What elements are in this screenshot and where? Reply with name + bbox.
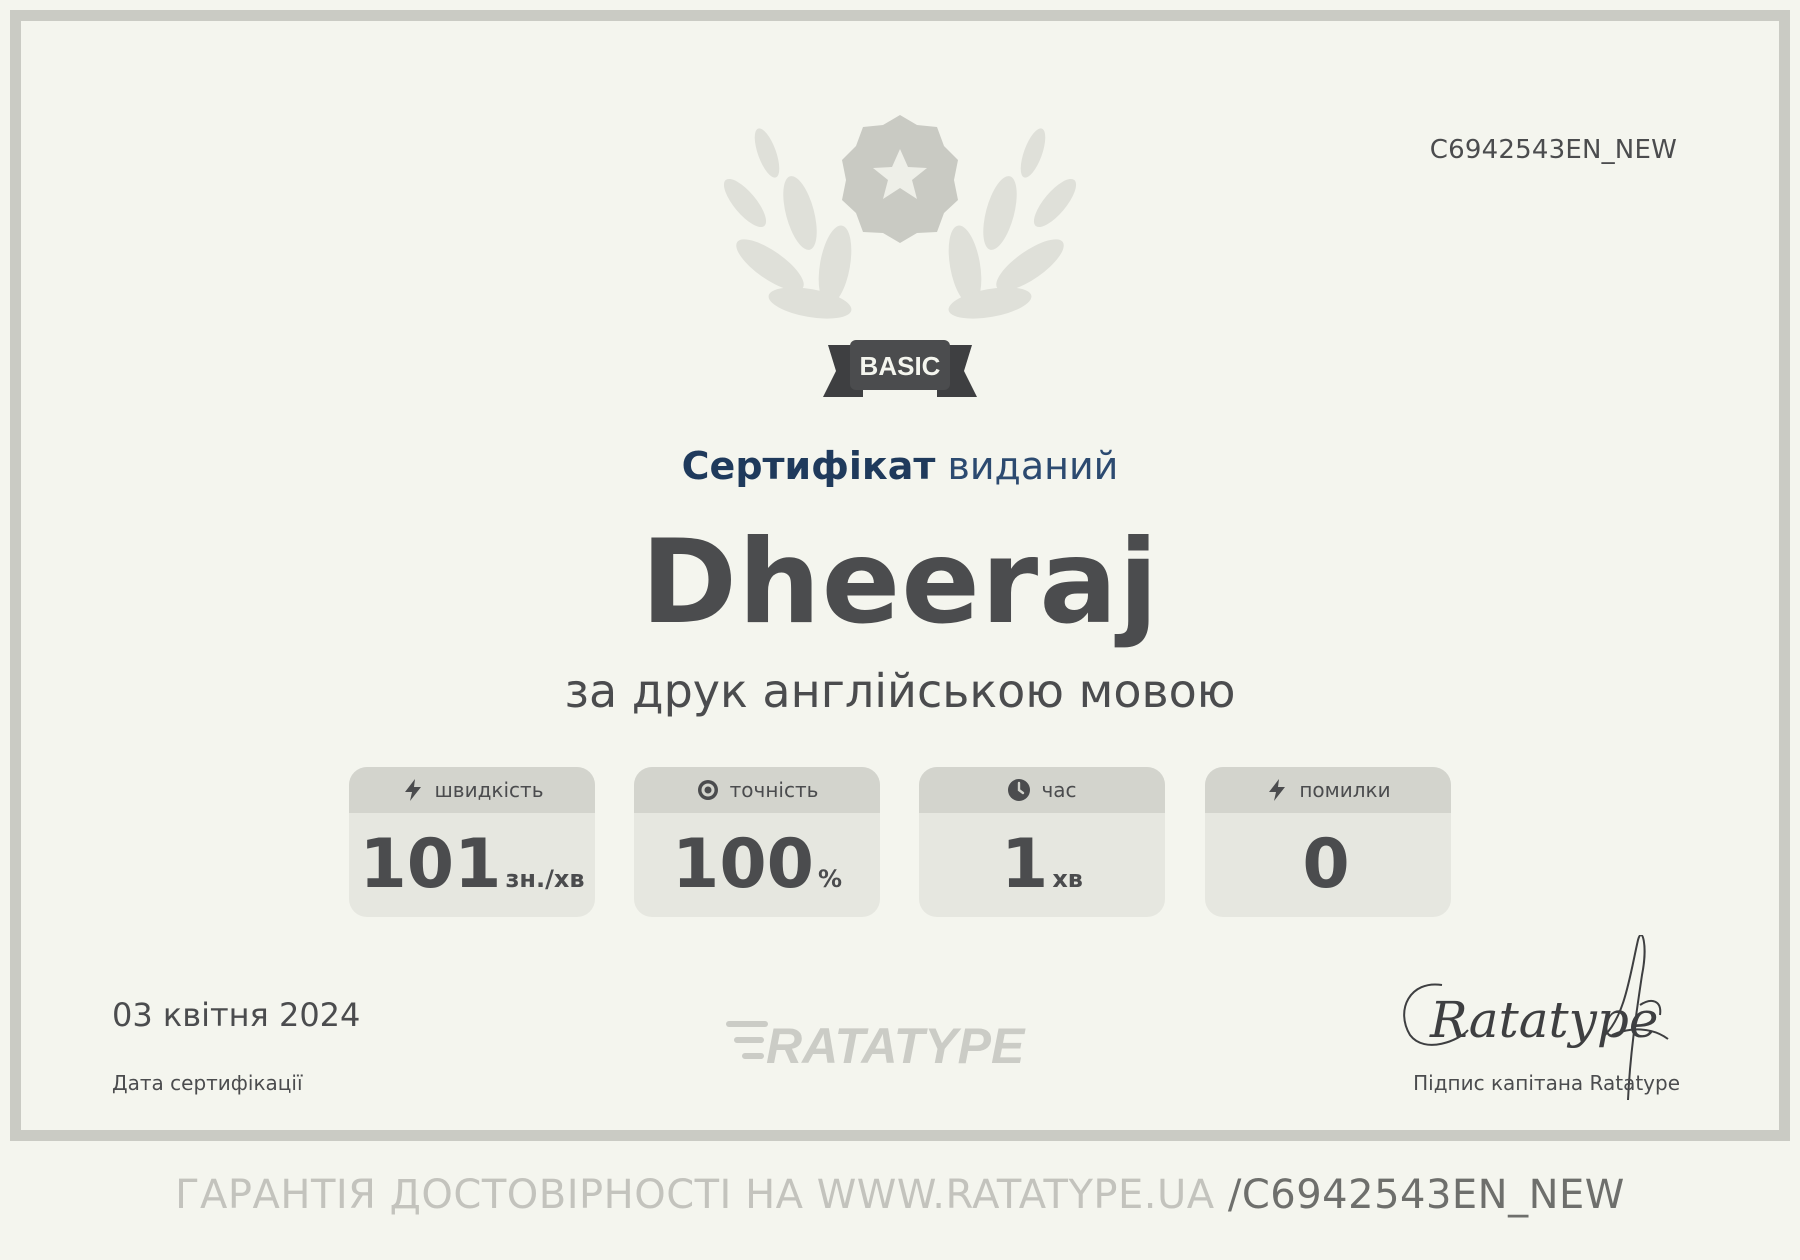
stat-label: помилки bbox=[1299, 778, 1391, 802]
stat-value: 0 bbox=[1302, 825, 1350, 904]
certification-date-label: Дата сертифікації bbox=[112, 1071, 303, 1095]
stat-body: 101 зн./хв bbox=[349, 813, 595, 917]
stat-header: помилки bbox=[1205, 767, 1451, 813]
signature-label: Підпис капітана Ratatype bbox=[1413, 1071, 1680, 1095]
stats-row: швидкість 101 зн./хв точність 100 % час … bbox=[349, 767, 1451, 917]
stat-unit: хв bbox=[1052, 865, 1083, 893]
stat-header: час bbox=[919, 767, 1165, 813]
stat-body: 100 % bbox=[634, 813, 880, 917]
stat-label: час bbox=[1041, 778, 1077, 802]
stat-card-accuracy: точність 100 % bbox=[634, 767, 880, 917]
stat-card-time: час 1 хв bbox=[919, 767, 1165, 917]
stat-label: точність bbox=[729, 778, 819, 802]
stat-body: 1 хв bbox=[919, 813, 1165, 917]
svg-text:RATATYPE: RATATYPE bbox=[766, 1018, 1026, 1071]
recipient-name: Dheeraj bbox=[640, 515, 1160, 650]
target-icon bbox=[697, 780, 718, 800]
certification-date: 03 квітня 2024 bbox=[112, 996, 361, 1034]
headline-soft: виданий bbox=[947, 444, 1119, 488]
stat-label: швидкість bbox=[434, 778, 544, 802]
verification-text: ГАРАНТІЯ ДОСТОВІРНОСТІ НА WWW.RATATYPE.U… bbox=[175, 1172, 1215, 1218]
certificate-subtitle: за друк англійською мовою bbox=[564, 664, 1236, 718]
stat-header: точність bbox=[634, 767, 880, 813]
stat-unit: зн./хв bbox=[505, 865, 585, 893]
certificate-headline: Сертифікат виданий bbox=[0, 444, 1800, 488]
clock-icon bbox=[1008, 779, 1031, 801]
headline-strong: Сертифікат bbox=[681, 444, 936, 488]
stat-body: 0 bbox=[1205, 813, 1451, 917]
verification-footer: ГАРАНТІЯ ДОСТОВІРНОСТІ НА WWW.RATATYPE.U… bbox=[0, 1172, 1800, 1218]
certificate-id: C6942543EN_NEW bbox=[1429, 135, 1677, 165]
stat-unit: % bbox=[817, 865, 842, 893]
stat-card-errors: помилки 0 bbox=[1205, 767, 1451, 917]
stat-card-speed: швидкість 101 зн./хв bbox=[349, 767, 595, 917]
stat-value: 101 bbox=[359, 825, 502, 904]
stat-value: 1 bbox=[1001, 825, 1049, 904]
badge-level-label: BASIC bbox=[859, 351, 941, 381]
stat-header: швидкість bbox=[349, 767, 595, 813]
lightning-icon bbox=[404, 779, 421, 801]
lightning-icon bbox=[1269, 779, 1286, 801]
stat-value: 100 bbox=[672, 825, 814, 904]
ratatype-logo: RATATYPE bbox=[726, 1018, 1026, 1071]
verification-id: /C6942543EN_NEW bbox=[1227, 1172, 1625, 1218]
